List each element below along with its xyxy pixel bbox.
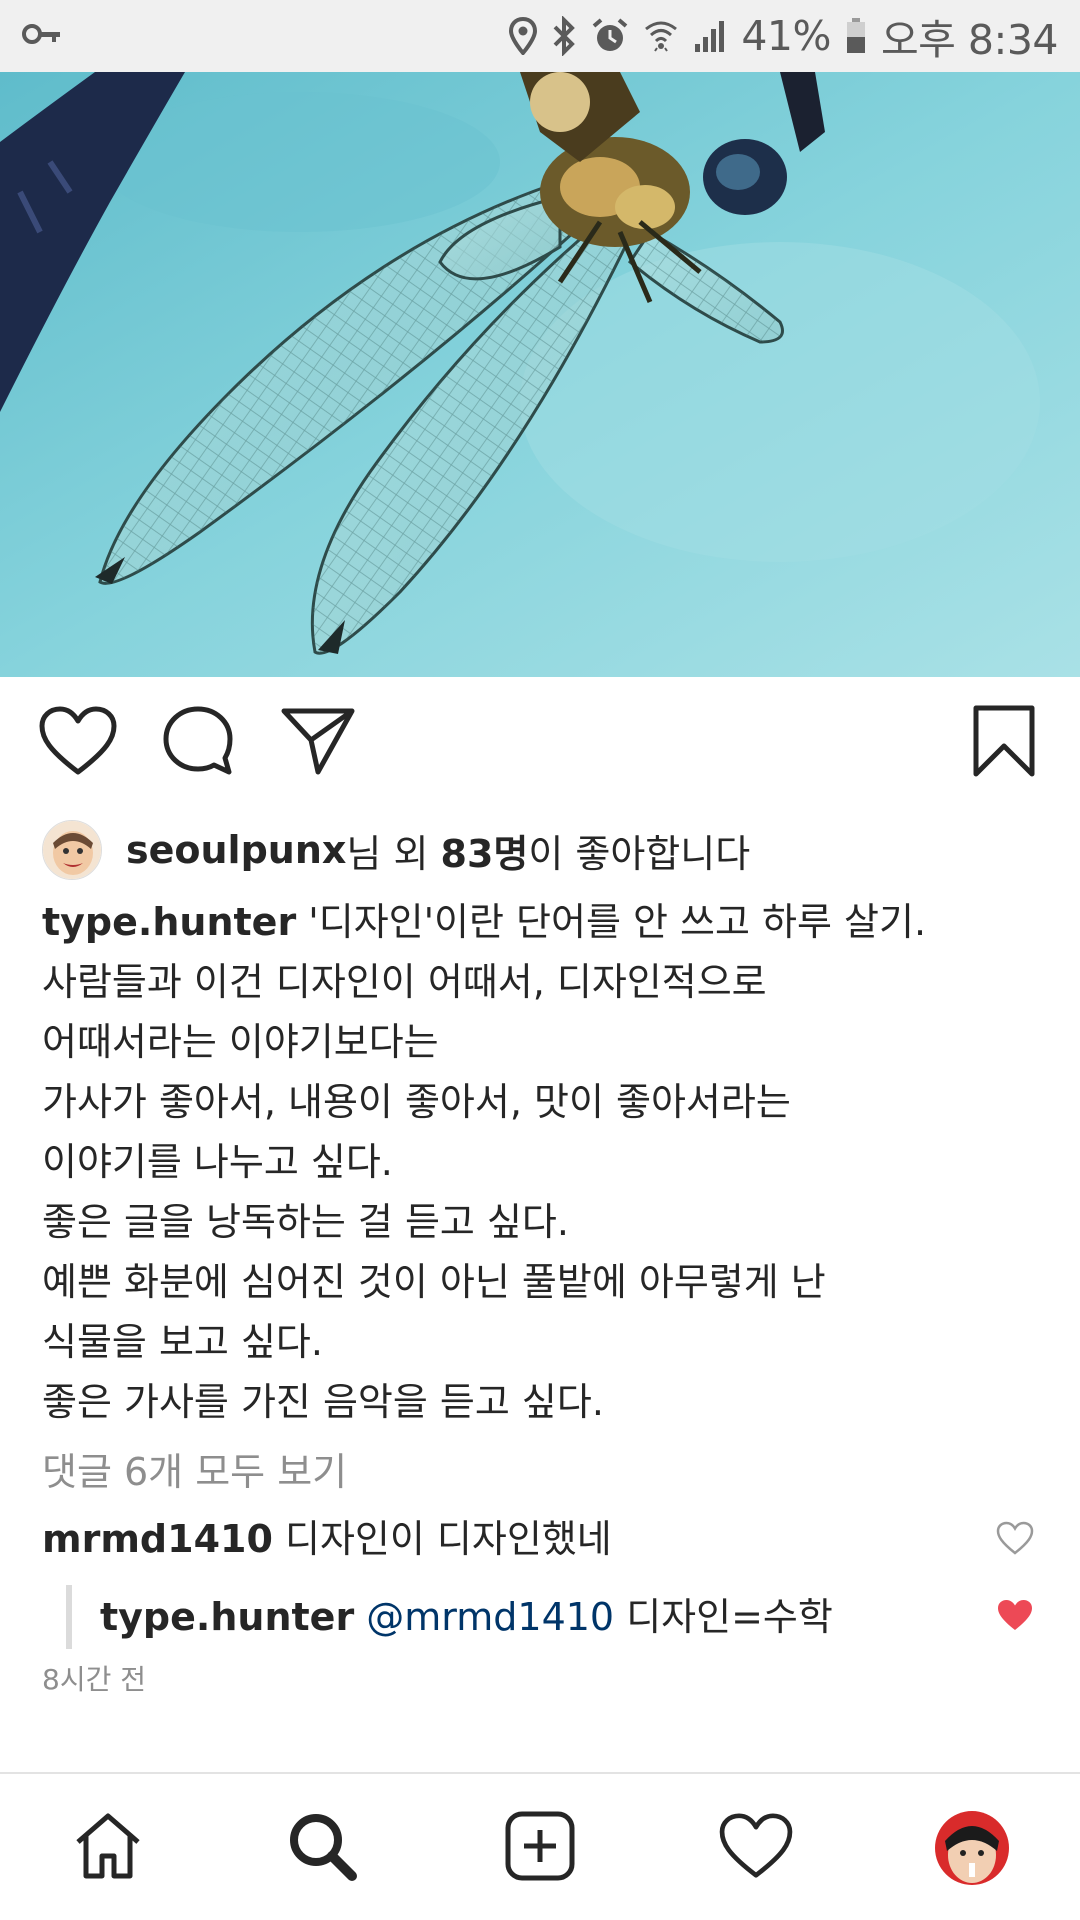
comment-button[interactable]	[152, 697, 244, 789]
caption-line: 사람들과 이건 디자인이 어때서, 디자인적으로	[42, 960, 767, 1004]
liker-username[interactable]: seoulpunx	[126, 828, 346, 872]
view-all-comments-link[interactable]: 댓글 6개 모두 보기	[42, 1444, 347, 1500]
nav-activity-button[interactable]	[696, 1774, 816, 1920]
caption-line: 예쁜 화분에 심어진 것이 아닌 풀밭에 아무렇게 난	[42, 1260, 826, 1304]
battery-percent: 41%	[741, 12, 831, 60]
bluetooth-icon	[551, 16, 577, 56]
likes-count[interactable]: 83명	[441, 823, 529, 878]
caption-line: 좋은 가사를 가진 음악을 듣고 싶다.	[42, 1380, 604, 1424]
clock: 오후 8:34	[880, 16, 1059, 64]
search-icon	[286, 1810, 358, 1886]
comment-bubble-icon	[161, 704, 235, 782]
post-timestamp: 8시간 전	[42, 1663, 146, 1696]
reply-text: 디자인=수학	[626, 1595, 833, 1639]
location-icon	[509, 17, 538, 55]
bottom-navigation	[0, 1772, 1080, 1920]
likes-mid-text: 님 외	[346, 831, 441, 876]
caption-line: 좋은 글을 낭독하는 걸 듣고 싶다.	[42, 1200, 569, 1244]
key-icon	[22, 22, 62, 50]
nav-new-post-button[interactable]	[480, 1774, 600, 1920]
status-bar: 41% 오후 8:34	[0, 0, 1080, 72]
caption-line: 식물을 보고 싶다.	[42, 1320, 323, 1364]
comment-item: mrmd1410 디자인이 디자인했네	[42, 1511, 612, 1567]
post-action-row	[0, 697, 1080, 789]
reply-username[interactable]: type.hunter	[100, 1595, 354, 1639]
reply-mention[interactable]: @mrmd1410	[366, 1595, 614, 1639]
heart-outline-icon	[719, 1813, 793, 1883]
caption-line: 어때서라는 이야기보다는	[42, 1020, 439, 1064]
caption-line: 이야기를 나누고 싶다.	[42, 1140, 393, 1184]
save-bookmark-button[interactable]	[958, 697, 1050, 789]
wifi-icon	[643, 17, 679, 55]
share-button[interactable]	[272, 697, 364, 789]
post-photo[interactable]	[0, 72, 1080, 677]
home-icon	[72, 1810, 144, 1886]
likes-suffix: 이 좋아합니다	[528, 831, 751, 876]
comment-text: 디자인이 디자인했네	[285, 1517, 612, 1561]
alarm-icon	[591, 17, 629, 55]
like-button[interactable]	[32, 697, 124, 789]
send-paper-plane-icon	[280, 706, 356, 780]
signal-icon	[693, 18, 727, 54]
reply-like-button[interactable]	[992, 1594, 1038, 1640]
caption-first-line: type.hunter '디자인'이란 단어를 안 쓰고 하루 살기.	[42, 892, 1042, 952]
comment-username[interactable]: mrmd1410	[42, 1517, 273, 1561]
heart-outline-icon	[39, 706, 117, 780]
add-post-icon	[504, 1810, 576, 1886]
comment-reply: type.hunter @mrmd1410 디자인=수학	[66, 1585, 833, 1649]
comment-like-button[interactable]	[992, 1517, 1038, 1563]
nav-profile-button[interactable]	[912, 1774, 1032, 1920]
heart-outline-icon	[996, 1521, 1034, 1559]
profile-avatar	[935, 1811, 1009, 1885]
bookmark-icon	[971, 704, 1037, 782]
battery-icon	[845, 17, 867, 55]
liker-avatar[interactable]	[42, 820, 102, 880]
post-caption: type.hunter '디자인'이란 단어를 안 쓰고 하루 살기. 사람들과…	[42, 892, 1042, 1432]
nav-home-button[interactable]	[48, 1774, 168, 1920]
caption-line: 가사가 좋아서, 내용이 좋아서, 맛이 좋아서라는	[42, 1080, 791, 1124]
caption-text: '디자인'이란 단어를 안 쓰고 하루 살기.	[308, 900, 927, 944]
likes-summary[interactable]: seoulpunx 님 외 83명 이 좋아합니다	[42, 818, 750, 882]
heart-filled-icon	[996, 1598, 1034, 1636]
nav-search-button[interactable]	[262, 1774, 382, 1920]
caption-author[interactable]: type.hunter	[42, 900, 296, 944]
